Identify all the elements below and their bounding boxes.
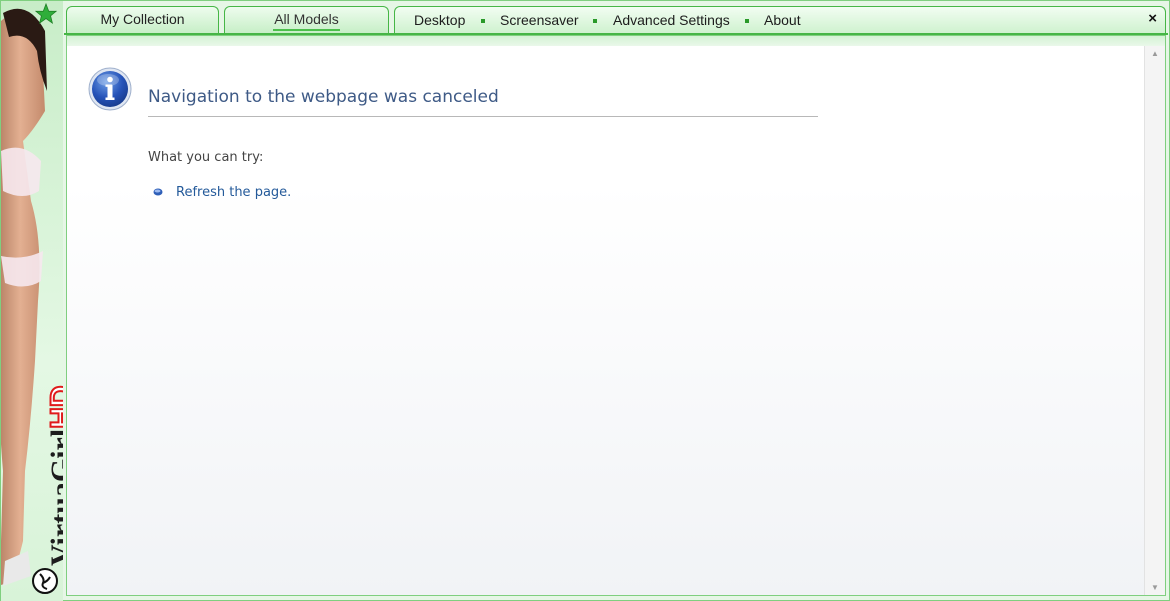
tab-my-collection-label: My Collection xyxy=(100,11,185,27)
top-menu-bar: Desktop Screensaver Advanced Settings Ab… xyxy=(394,6,1166,33)
browser-content-frame: Navigation to the webpage was canceled W… xyxy=(66,35,1166,596)
page-title: Navigation to the webpage was canceled xyxy=(148,87,499,107)
menu-separator xyxy=(481,19,485,23)
menu-item-desktop[interactable]: Desktop xyxy=(414,12,465,28)
menu-separator xyxy=(745,19,749,23)
suggestions-heading: What you can try: xyxy=(148,150,264,165)
menu-separator xyxy=(593,19,597,23)
scroll-up-arrow-icon[interactable]: ▲ xyxy=(1151,49,1159,58)
content-top-strip xyxy=(67,36,1165,46)
brand-name: VirtuaGirl xyxy=(45,428,63,566)
refresh-page-link[interactable]: Refresh the page. xyxy=(176,185,291,200)
tab-all-models-label: All Models xyxy=(274,11,339,27)
menu-item-advanced-settings[interactable]: Advanced Settings xyxy=(613,12,730,28)
brand-hd-badge: HD xyxy=(44,384,63,429)
app-window: VirtuaGirlHD My Collection All Models De… xyxy=(0,0,1170,601)
error-page: Navigation to the webpage was canceled W… xyxy=(67,46,1145,595)
brand-side-panel: VirtuaGirlHD xyxy=(1,1,63,601)
menu-item-about[interactable]: About xyxy=(764,12,801,28)
brand-logo-text: VirtuaGirlHD xyxy=(44,384,63,566)
active-tab-underline xyxy=(273,29,340,31)
info-icon xyxy=(88,67,132,111)
title-divider xyxy=(148,116,818,117)
tab-my-collection[interactable]: My Collection xyxy=(66,6,219,33)
scroll-down-arrow-icon[interactable]: ▼ xyxy=(1151,583,1159,592)
menu-item-screensaver[interactable]: Screensaver xyxy=(500,12,579,28)
close-icon[interactable]: × xyxy=(1148,10,1157,28)
star-icon xyxy=(35,3,57,25)
brand-emblem-icon xyxy=(32,568,58,594)
tab-all-models[interactable]: All Models xyxy=(224,6,389,33)
bullet-icon xyxy=(153,188,163,196)
vertical-scrollbar[interactable]: ▲ ▼ xyxy=(1144,46,1165,595)
